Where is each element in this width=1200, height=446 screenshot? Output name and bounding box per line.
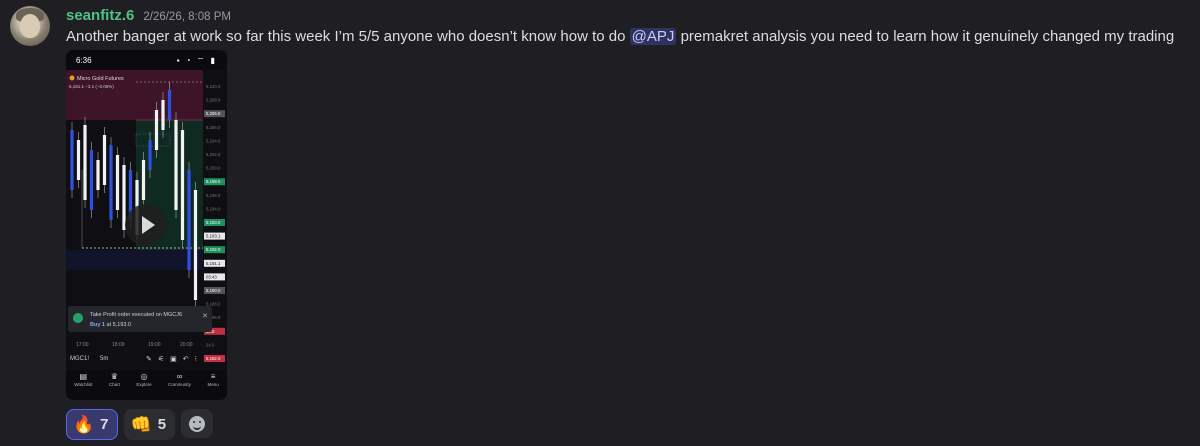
nav-community[interactable]: ∞ Community — [168, 370, 191, 400]
price-label: 5,210.0 — [206, 84, 221, 89]
price-label: 03:43 — [206, 274, 217, 279]
price-label: 5,206.0 — [206, 125, 221, 130]
nav-label: Menu — [207, 382, 219, 387]
fist-emoji-icon: 👊 — [130, 414, 152, 434]
price-label: 5,208.0 — [206, 98, 221, 103]
toast-symbol: MGCJ6 — [163, 312, 183, 318]
price-label: 24.0 — [206, 342, 215, 347]
phone-status-bar: 6:36 ▪ ◔ ⌔ ▮ — [66, 50, 227, 70]
timeframe-selector[interactable]: 5m — [100, 356, 108, 362]
reaction-fist[interactable]: 👊 5 — [123, 409, 176, 440]
time-label: 17:00 — [76, 342, 89, 348]
candle — [174, 120, 178, 210]
price-label: 5,196.0 — [206, 193, 221, 198]
candle — [167, 90, 172, 120]
price-label: 5,190.0 — [206, 288, 221, 293]
nav-watchlist[interactable]: ▤ Watchlist — [74, 370, 92, 400]
drawing-tools-icon[interactable]: ✎⚟▣↶⁝ — [146, 355, 203, 363]
candle — [96, 160, 100, 190]
check-icon — [73, 313, 83, 323]
candle — [109, 145, 113, 220]
explore-icon: ◎ — [140, 372, 148, 381]
add-reaction-button[interactable] — [181, 409, 214, 438]
reactions-bar: 🔥 7 👊 5 — [66, 409, 214, 440]
phone-clock: 6:36 — [76, 56, 92, 65]
time-label: 18:00 — [112, 342, 125, 348]
price-label: 5,206.0 — [206, 111, 221, 116]
menu-icon: ≡ — [210, 372, 216, 381]
price-label: 5,191.1 — [206, 261, 221, 266]
community-icon: ∞ — [176, 372, 183, 381]
candle — [115, 155, 120, 210]
chart-icon: ♛ — [110, 372, 118, 381]
smiley-icon — [189, 415, 206, 432]
candle — [76, 140, 81, 180]
nav-label: Explore — [136, 382, 152, 387]
candle — [83, 125, 87, 200]
candle — [180, 130, 185, 240]
reaction-fire[interactable]: 🔥 7 — [66, 409, 118, 440]
message-header: seanfitz.6 2/26/26, 8:08 PM — [66, 7, 231, 24]
reaction-count: 5 — [157, 416, 167, 433]
ticker-price-line: 5,191.1 −3.1 (−0.06%) — [69, 84, 114, 89]
toast-price: at 5,193.0 — [106, 322, 131, 328]
play-button[interactable] — [125, 204, 167, 246]
toast-title: Take Profit order executed on MGCJ6 — [90, 312, 182, 318]
price-label: 5,200.0 — [206, 166, 221, 171]
phone-status-icons: ▪ ◔ ⌔ ▮ — [176, 56, 217, 65]
candle — [148, 140, 152, 170]
nav-chart[interactable]: ♛ Chart — [109, 370, 120, 400]
price-label: 5,192.0 — [206, 247, 221, 252]
nav-label: Watchlist — [74, 382, 93, 387]
candle — [161, 100, 165, 130]
candle — [102, 135, 107, 185]
nav-menu[interactable]: ≡ Menu — [207, 370, 218, 400]
toast-side: Buy 1 — [90, 322, 105, 328]
video-attachment[interactable]: 6:36 ▪ ◔ ⌔ ▮ 5,210.0 5,208.0 5,206.0 5,206.… — [66, 50, 227, 400]
message-text-after: premakret analysis you need to learn how… — [676, 28, 1175, 45]
price-label: 5,193.1 — [206, 234, 221, 239]
toast-close-icon[interactable]: ✕ — [202, 312, 208, 320]
ticker-title: Micro Gold Futures — [77, 76, 124, 82]
entry-zone — [66, 250, 203, 270]
message-timestamp[interactable]: 2/26/26, 8:08 PM — [143, 11, 231, 23]
candle — [141, 160, 146, 200]
reaction-count: 7 — [100, 416, 109, 433]
chart-toolbar: MGC1! 5m ✎⚟▣↶⁝ — [66, 353, 227, 367]
candle — [187, 170, 191, 270]
fire-emoji-icon: 🔥 — [73, 414, 95, 434]
message-text-before: Another banger at work so far this week … — [66, 28, 630, 45]
toast-detail: Buy 1 at 5,193.0 — [90, 322, 131, 328]
username[interactable]: seanfitz.6 — [66, 7, 134, 24]
price-label: 5,202.0 — [206, 152, 221, 157]
time-label: 19:00 — [148, 342, 161, 348]
user-avatar[interactable] — [10, 6, 50, 46]
watchlist-icon: ▤ — [79, 372, 88, 381]
ticker-logo-icon — [69, 75, 75, 81]
order-executed-toast: Take Profit order executed on MGCJ6 Buy … — [68, 306, 212, 332]
time-label: 20:00 — [180, 342, 193, 348]
symbol-selector[interactable]: MGC1! — [70, 356, 89, 362]
nav-label: Community — [168, 382, 191, 387]
nav-explore[interactable]: ◎ Explore — [136, 370, 151, 400]
user-mention[interactable]: @APJ — [629, 28, 677, 45]
message-content: Another banger at work so far this week … — [66, 28, 1174, 45]
avatar-face — [20, 14, 40, 38]
price-label: 5,198.0 — [206, 179, 221, 184]
price-label: 5,194.0 — [206, 206, 221, 211]
price-label: 5,193.0 — [206, 220, 221, 225]
candle — [70, 130, 74, 190]
candle — [154, 110, 159, 150]
nav-label: Chart — [108, 382, 120, 387]
candle — [193, 190, 198, 300]
app-bottom-nav: ▤ Watchlist ♛ Chart ◎ Explore ∞ Community ≡ M… — [66, 370, 227, 400]
price-label: 5,204.0 — [206, 138, 221, 143]
toast-title-text: Take Profit order executed on — [90, 312, 162, 318]
candle — [89, 150, 94, 210]
